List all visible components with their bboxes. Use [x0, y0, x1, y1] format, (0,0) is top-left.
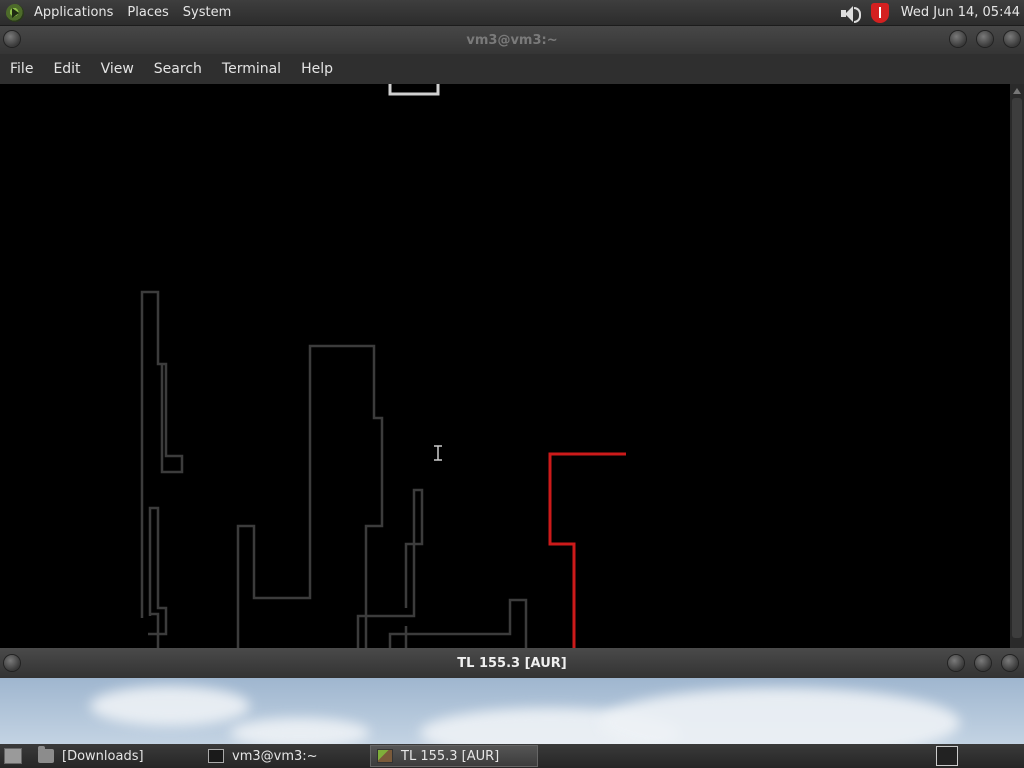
- top-panel-left: Applications Places System: [6, 0, 245, 25]
- folder-icon: [38, 746, 54, 763]
- close-button[interactable]: [1002, 655, 1018, 671]
- cube-icon: [377, 749, 393, 763]
- applications-menu[interactable]: Applications: [34, 5, 113, 20]
- menu-file[interactable]: File: [0, 61, 43, 77]
- terminal-scrollbar[interactable]: [1010, 84, 1024, 648]
- maximize-button[interactable]: [975, 655, 991, 671]
- red-line-art: [548, 452, 626, 648]
- minimize-button[interactable]: [948, 655, 964, 671]
- maximize-button[interactable]: [977, 31, 993, 47]
- top-panel-right: Wed Jun 14, 05:44: [839, 0, 1020, 25]
- taskbar-item-label: TL 155.3 [AUR]: [401, 748, 500, 764]
- taskbar-item-terminal[interactable]: vm3@vm3:~: [202, 745, 368, 767]
- terminal-titlebar[interactable]: vm3@vm3:~: [0, 26, 1024, 54]
- menu-view[interactable]: View: [91, 61, 144, 77]
- game-window: TL 155.3 [AUR]: [0, 648, 1024, 744]
- scroll-thumb[interactable]: [1012, 98, 1022, 638]
- show-desktop-button[interactable]: [2, 745, 24, 767]
- taskbar-item-label: [Downloads]: [62, 748, 144, 764]
- bottom-taskbar: [Downloads] vm3@vm3:~ TL 155.3 [AUR]: [0, 744, 1024, 768]
- menu-terminal[interactable]: Terminal: [212, 61, 291, 77]
- places-menu[interactable]: Places: [127, 5, 168, 20]
- terminal-output-area[interactable]: [0, 84, 1010, 648]
- taskbar-item-game[interactable]: TL 155.3 [AUR]: [370, 745, 538, 767]
- menu-search[interactable]: Search: [144, 61, 212, 77]
- terminal-line-graphics: [140, 84, 626, 648]
- close-button[interactable]: [1004, 31, 1020, 47]
- show-desktop-icon: [4, 748, 22, 764]
- game-titlebar[interactable]: TL 155.3 [AUR]: [0, 648, 1024, 678]
- text-cursor-icon: [434, 445, 442, 461]
- terminal-icon: [208, 749, 224, 763]
- menu-help[interactable]: Help: [291, 61, 343, 77]
- workspace-switcher-icon[interactable]: [936, 746, 958, 766]
- shield-icon[interactable]: [870, 2, 889, 23]
- terminal-menubar: File Edit View Search Terminal Help: [0, 54, 1024, 84]
- taskbar-item-downloads[interactable]: [Downloads]: [32, 745, 200, 767]
- terminal-title: vm3@vm3:~: [466, 33, 558, 48]
- game-window-title: TL 155.3 [AUR]: [457, 656, 567, 671]
- system-menu[interactable]: System: [183, 5, 231, 20]
- cloud: [90, 686, 250, 726]
- speaker-icon[interactable]: [839, 4, 861, 23]
- cloud: [230, 718, 370, 744]
- terminal-window: vm3@vm3:~ File Edit View Search Terminal…: [0, 26, 1024, 648]
- scroll-up-arrow-icon[interactable]: [1013, 88, 1021, 94]
- minimize-button[interactable]: [950, 31, 966, 47]
- top-block-cursor: [388, 84, 440, 96]
- cloud: [600, 688, 960, 744]
- distro-logo-icon[interactable]: [6, 3, 24, 22]
- gray-line-art: [140, 290, 528, 648]
- taskbar-item-label: vm3@vm3:~: [232, 748, 318, 764]
- menu-edit[interactable]: Edit: [43, 61, 90, 77]
- game-sky-view[interactable]: [0, 678, 1024, 744]
- clock[interactable]: Wed Jun 14, 05:44: [901, 5, 1020, 20]
- top-panel: Applications Places System Wed Jun 14, 0…: [0, 0, 1024, 25]
